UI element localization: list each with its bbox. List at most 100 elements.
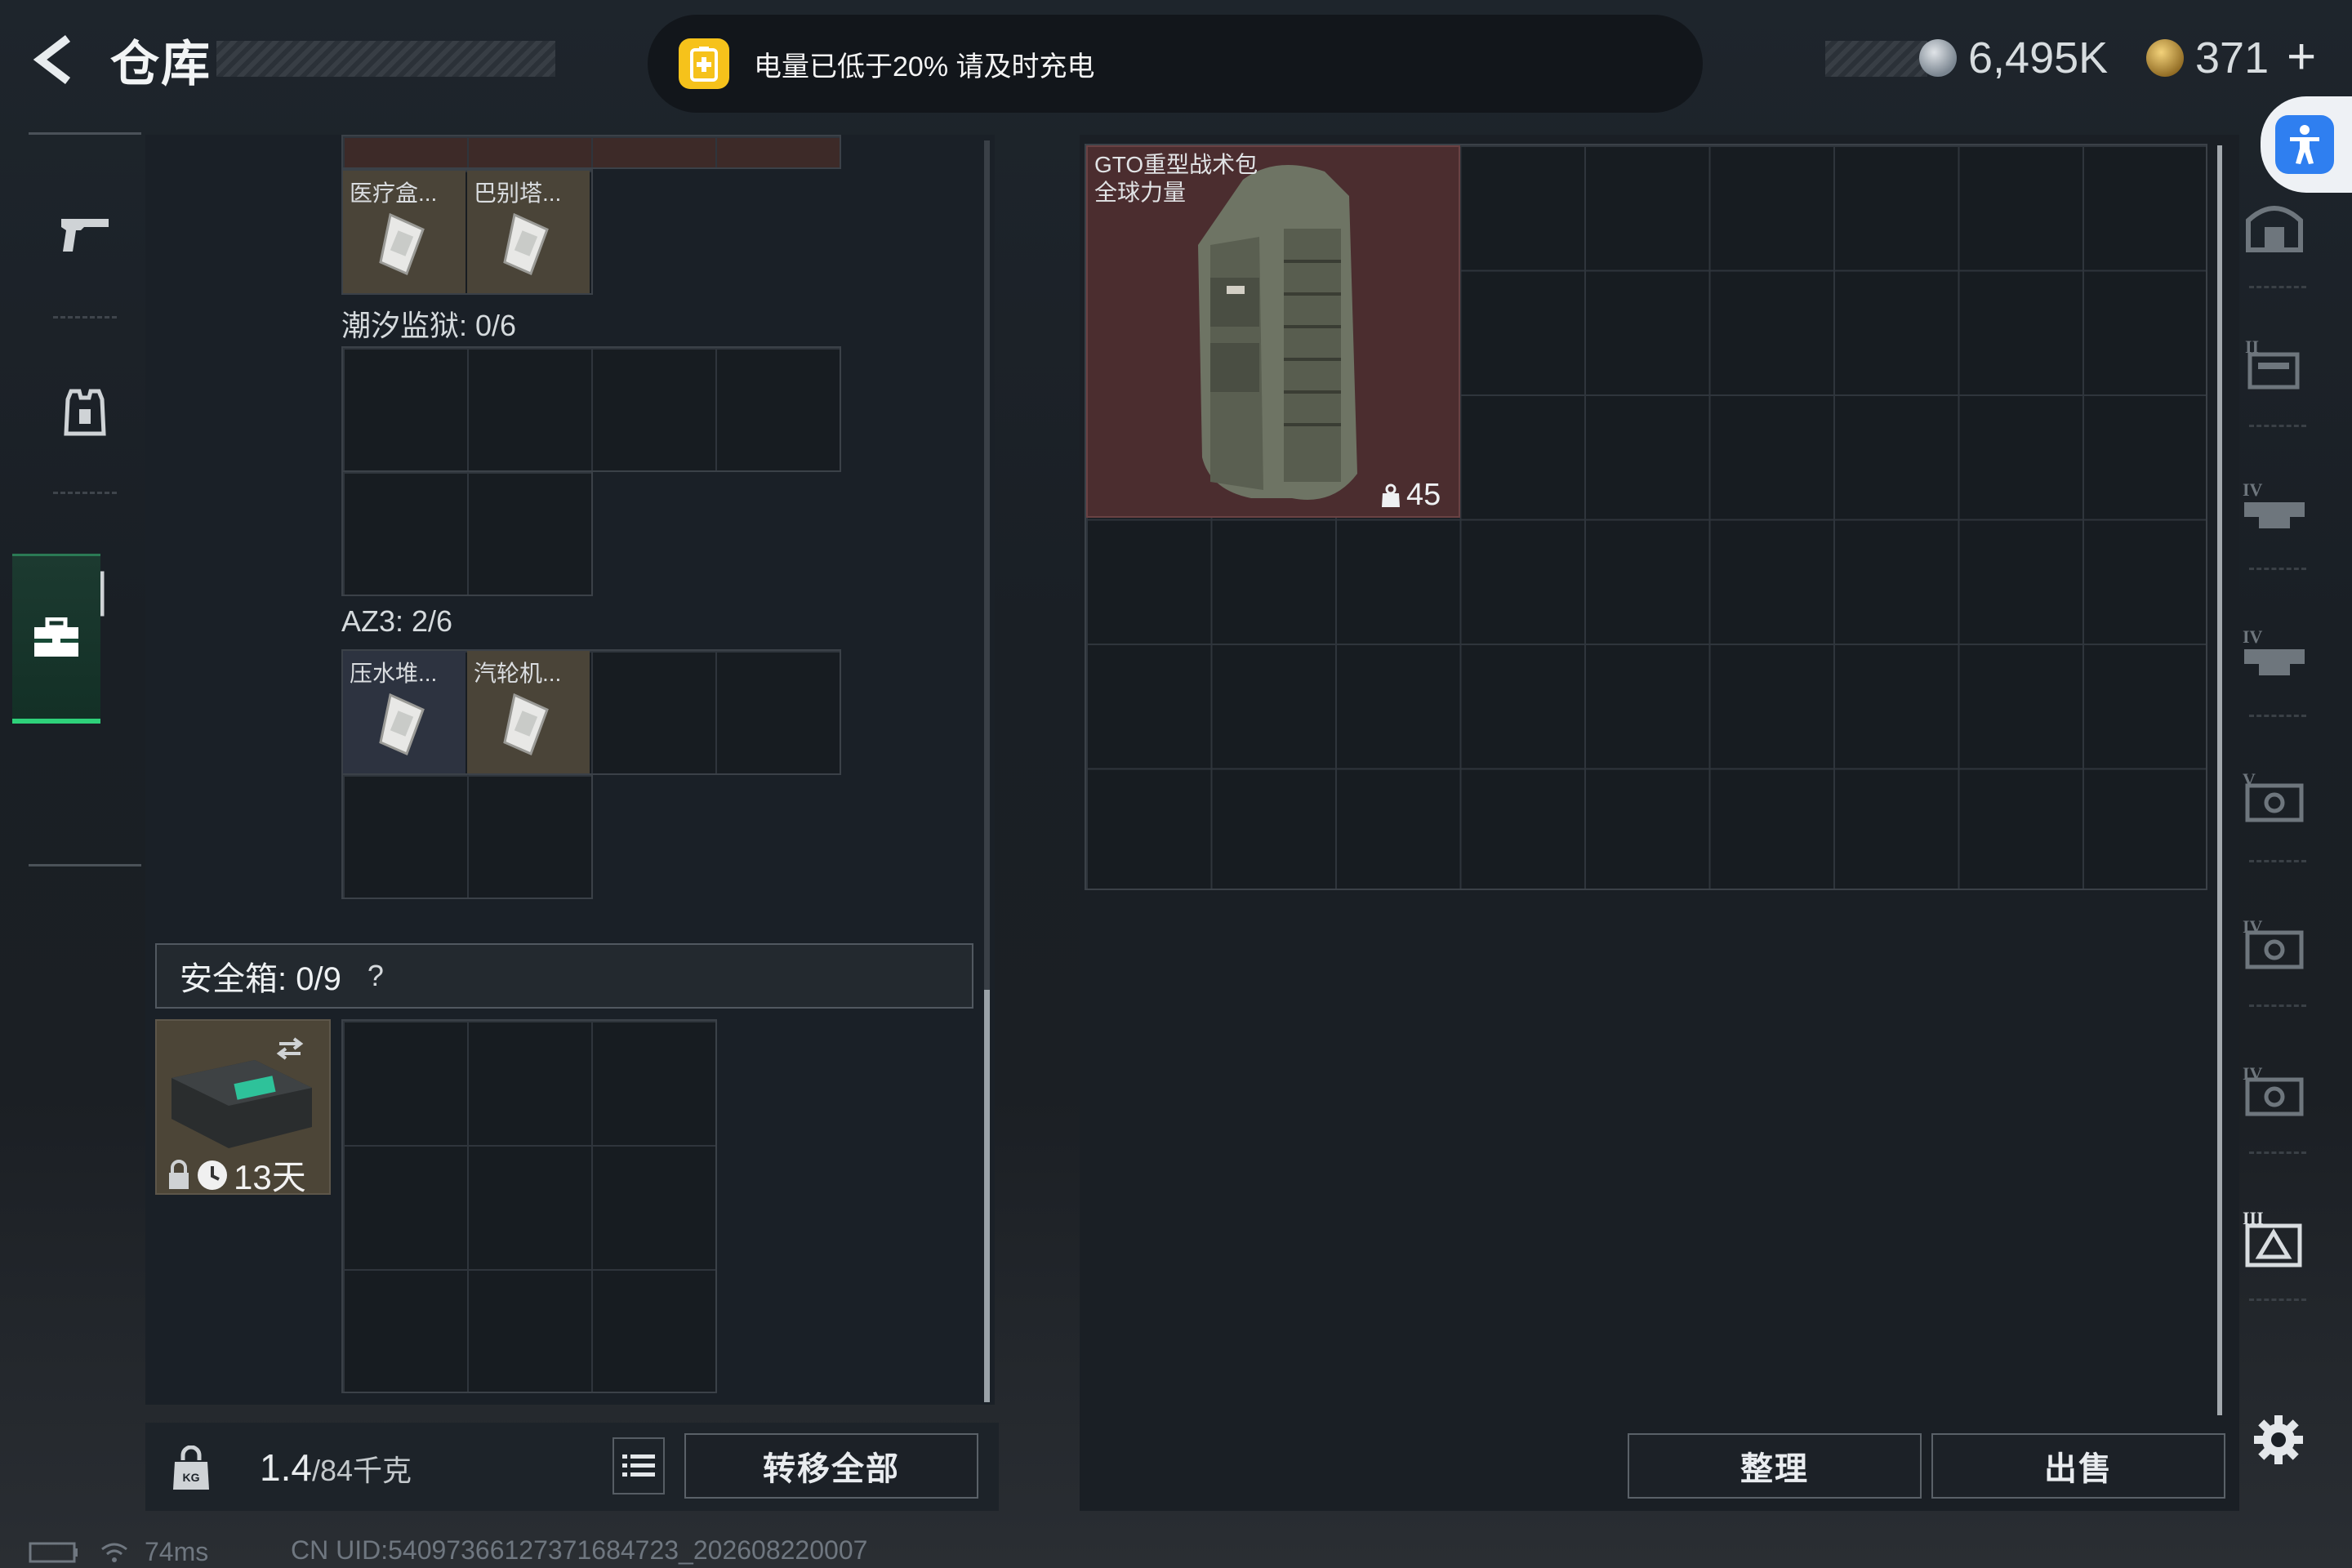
stash-tab-home[interactable] xyxy=(2230,176,2319,274)
tab-divider xyxy=(2249,568,2306,570)
tab-divider xyxy=(2249,1298,2306,1301)
svg-text:IV: IV xyxy=(2243,479,2263,500)
section-label-az3: AZ3: 2/6 xyxy=(341,604,453,638)
currency-gold: 371 xyxy=(2146,29,2269,87)
stash-tier-icon: IV xyxy=(2243,1063,2304,1116)
stash-tab-3[interactable]: IV xyxy=(2230,457,2319,555)
status-line: 74ms xyxy=(29,1535,208,1568)
battery-icon xyxy=(679,38,729,89)
list-icon xyxy=(622,1454,655,1477)
tab-divider xyxy=(2249,425,2306,427)
currency-silver-amount: 6,495K xyxy=(1968,33,2109,82)
safebox-header: 安全箱: 0/9 ? xyxy=(155,943,973,1009)
stim-injector-icon xyxy=(503,212,549,276)
stash-tab-6[interactable]: IV xyxy=(2230,894,2319,992)
svg-text:IV: IV xyxy=(2243,626,2263,647)
stash-tier-icon: V xyxy=(2243,769,2304,822)
container-grid-az3-2 xyxy=(341,773,593,899)
container-grid-tide-prison-2 xyxy=(341,470,593,596)
battery-warning-banner: 电量已低于20% 请及时充电 xyxy=(648,15,1703,113)
transfer-all-button[interactable]: 转移全部 xyxy=(684,1433,978,1499)
item-name: 汽轮机... xyxy=(474,661,562,686)
uid-text: CN UID:54097366127371684723_202608220007 xyxy=(291,1535,868,1565)
silver-coin-icon xyxy=(1919,39,1957,77)
section-label-tide-prison: 潮汐监狱: 0/6 xyxy=(341,309,517,342)
sell-button[interactable]: 出售 xyxy=(1931,1433,2225,1499)
svg-text:KG: KG xyxy=(183,1471,200,1484)
ping-text: 74ms xyxy=(145,1536,209,1566)
clock-icon xyxy=(198,1160,227,1190)
nav-divider xyxy=(29,132,141,135)
item-name: 巴别塔... xyxy=(474,180,562,206)
backpack-name: GTO重型战术包 xyxy=(1094,152,1258,177)
item-pwr[interactable]: 压水堆... xyxy=(343,651,466,773)
wifi-icon xyxy=(101,1543,127,1562)
stash-tier-icon: II xyxy=(2245,336,2300,390)
add-currency-button[interactable]: + xyxy=(2287,28,2316,86)
backpack-capacity-value: 45 xyxy=(1406,478,1441,512)
nav-armor[interactable] xyxy=(29,359,141,466)
back-arrow-icon xyxy=(33,35,71,84)
item-turbine[interactable]: 汽轮机... xyxy=(467,651,590,773)
left-scrollbar-thumb[interactable] xyxy=(984,990,990,1402)
stash-scrollbar[interactable] xyxy=(2217,145,2222,1415)
container-grid-tide-prison xyxy=(341,346,841,472)
safebox-timer: 13天 xyxy=(234,1158,306,1196)
weight-icon: KG xyxy=(173,1446,209,1490)
stim-injector-icon xyxy=(379,693,425,756)
tab-divider xyxy=(2249,1004,2306,1007)
stash-tab-5[interactable]: V xyxy=(2230,747,2319,845)
safebox-grid xyxy=(341,1019,717,1393)
nav-divider xyxy=(53,492,117,494)
weight-lock: KG xyxy=(162,1439,220,1498)
item-name: 医疗盒... xyxy=(350,180,438,206)
page-title: 仓库 xyxy=(110,37,212,91)
stash-tab-bar: II IV IV V IV IV III xyxy=(2230,176,2319,1319)
stash-tab-4[interactable]: IV xyxy=(2230,604,2319,702)
stash-tier-icon: IV xyxy=(2243,479,2305,528)
device-battery-icon xyxy=(29,1542,78,1563)
backpack-subtitle: 全球力量 xyxy=(1094,180,1187,205)
nav-divider xyxy=(53,316,117,318)
weight-display: 1.4/84千克 xyxy=(260,1446,412,1490)
list-view-button[interactable] xyxy=(612,1437,665,1494)
briefcase-icon xyxy=(34,617,78,657)
tab-divider xyxy=(2249,286,2306,288)
stash-tier-icon: III xyxy=(2243,1208,2302,1267)
sort-button[interactable]: 整理 xyxy=(1628,1433,1922,1499)
header-decoration-right xyxy=(1825,41,1927,77)
nav-backpack-active[interactable] xyxy=(12,554,100,724)
stash-tab-2[interactable]: II xyxy=(2230,314,2319,412)
currency-gold-amount: 371 xyxy=(2195,33,2270,82)
bag-icon xyxy=(1382,483,1400,507)
nav-weapon[interactable] xyxy=(29,181,141,287)
item-medical-box[interactable]: 医疗盒... xyxy=(343,171,466,293)
back-button[interactable] xyxy=(23,31,87,88)
stim-injector-icon xyxy=(503,693,549,756)
stash-tab-8[interactable]: III xyxy=(2230,1188,2319,1286)
safebox-case-item[interactable]: 13天 xyxy=(155,1019,331,1196)
left-nav xyxy=(29,132,141,874)
accessibility-icon xyxy=(2275,115,2334,174)
gold-coin-icon xyxy=(2146,39,2184,77)
weight-current: 1.4 xyxy=(260,1446,312,1489)
armor-vest-icon xyxy=(64,389,106,436)
tab-divider xyxy=(2249,860,2306,862)
stim-injector-icon xyxy=(379,212,425,276)
weight-capacity: /84千克 xyxy=(311,1454,412,1487)
backpack-name-block: GTO重型战术包 全球力量 xyxy=(1094,151,1258,207)
stash-tab-7[interactable]: IV xyxy=(2230,1041,2319,1139)
item-name: 压水堆... xyxy=(350,661,438,686)
settings-button[interactable] xyxy=(2247,1409,2310,1471)
stash-tier-icon: IV xyxy=(2243,916,2304,969)
safebox-help-button[interactable]: ? xyxy=(358,958,394,994)
stash-tier-icon: IV xyxy=(2243,626,2305,675)
lock-icon xyxy=(169,1159,189,1189)
container-grid-top xyxy=(341,135,841,169)
stash-home-icon xyxy=(2246,206,2303,252)
safebox-label: 安全箱: 0/9 xyxy=(180,961,341,997)
battery-warning-text: 电量已低于20% 请及时充电 xyxy=(754,51,1095,82)
nav-divider xyxy=(29,864,141,866)
currency-silver: 6,495K xyxy=(1919,29,2108,87)
item-babel-tower[interactable]: 巴别塔... xyxy=(467,171,590,293)
